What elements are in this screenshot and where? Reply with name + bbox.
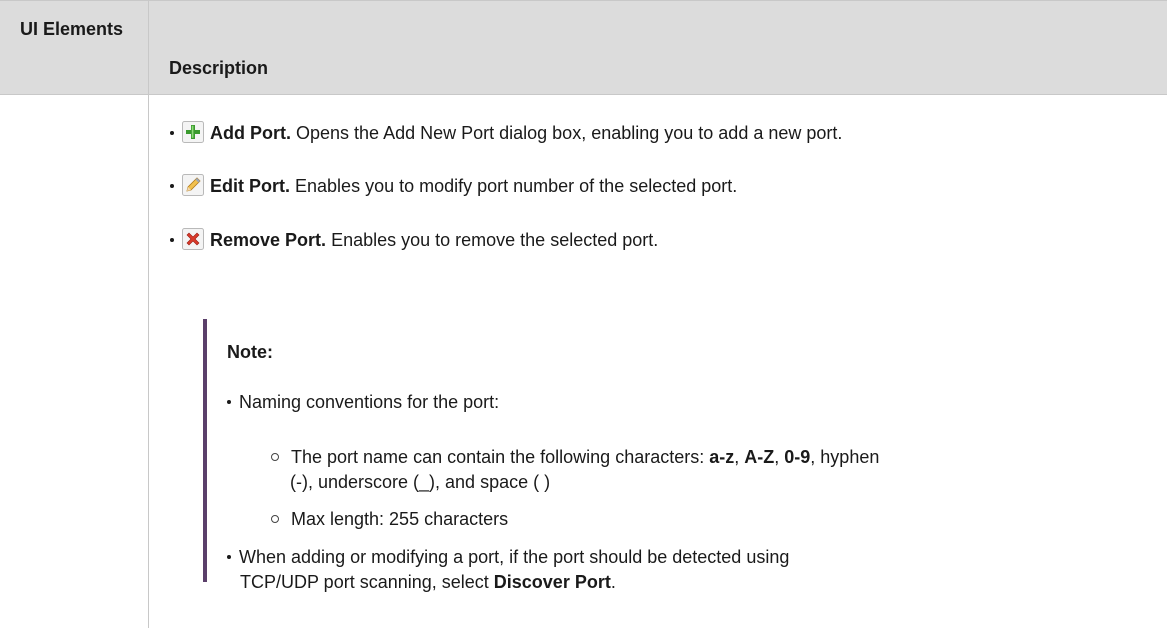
note-accent-bar — [203, 319, 207, 582]
discover-suffix: . — [610, 572, 616, 592]
edit-port-label: Edit Port. — [210, 176, 290, 196]
sub-item-characters-prefix: The port name can contain the following … — [291, 447, 710, 467]
bullet-dot — [227, 555, 231, 560]
sub-bullet-ring — [271, 515, 279, 524]
remove-x-icon — [182, 228, 204, 250]
sub-item-max-length: Max length: 255 characters — [271, 507, 508, 531]
edit-port-text: Enables you to modify port number of the… — [295, 176, 738, 196]
remove-port-label: Remove Port. — [210, 230, 327, 250]
sub-item-characters: The port name can contain the following … — [271, 445, 879, 469]
chars-A-Z: A-Z — [744, 447, 775, 467]
separator: , — [734, 447, 745, 467]
add-plus-icon — [182, 121, 204, 143]
list-item-edit-port: Edit Port. Enables you to modify port nu… — [170, 174, 737, 198]
sub-item-characters-suffix: , hyphen — [810, 447, 880, 467]
note-item-naming-text: Naming conventions for the port: — [239, 392, 500, 412]
note-item-discover-line1: When adding or modifying a port, if the … — [239, 547, 790, 567]
table-header-row: UI Elements Description — [0, 0, 1167, 95]
bullet-dot — [227, 400, 231, 405]
add-port-label: Add Port. — [210, 123, 291, 143]
ui-elements-table: UI Elements Description Add Port. Opens … — [0, 0, 1167, 628]
header-description: Description — [169, 58, 269, 78]
bullet-dot — [170, 238, 174, 243]
edit-pencil-icon — [182, 174, 204, 196]
sub-bullet-ring — [271, 453, 279, 462]
add-port-text: Opens the Add New Port dialog box, enabl… — [296, 123, 843, 143]
bullet-dot — [170, 131, 174, 136]
note-title: Note: — [227, 342, 273, 362]
chars-a-z: a-z — [709, 447, 735, 467]
bullet-dot — [170, 184, 174, 189]
discover-prefix: TCP/UDP port scanning, select — [240, 572, 494, 592]
header-ui-elements: UI Elements — [20, 19, 124, 39]
sub-item-characters-line2: (-), underscore (_), and space ( ) — [290, 472, 551, 492]
remove-port-text: Enables you to remove the selected port. — [331, 230, 659, 250]
sub-item-max-length-text: Max length: 255 characters — [291, 509, 509, 529]
discover-port-term: Discover Port — [493, 572, 611, 592]
list-item-remove-port: Remove Port. Enables you to remove the s… — [170, 228, 658, 252]
note-item-discover-line2: TCP/UDP port scanning, select Discover P… — [240, 570, 616, 594]
separator: , — [774, 447, 785, 467]
list-item-add-port: Add Port. Opens the Add New Port dialog … — [170, 121, 842, 145]
note-item-naming: Naming conventions for the port: — [227, 390, 499, 414]
column-divider — [148, 0, 149, 628]
note-item-discover: When adding or modifying a port, if the … — [227, 545, 789, 569]
chars-0-9: 0-9 — [784, 447, 811, 467]
